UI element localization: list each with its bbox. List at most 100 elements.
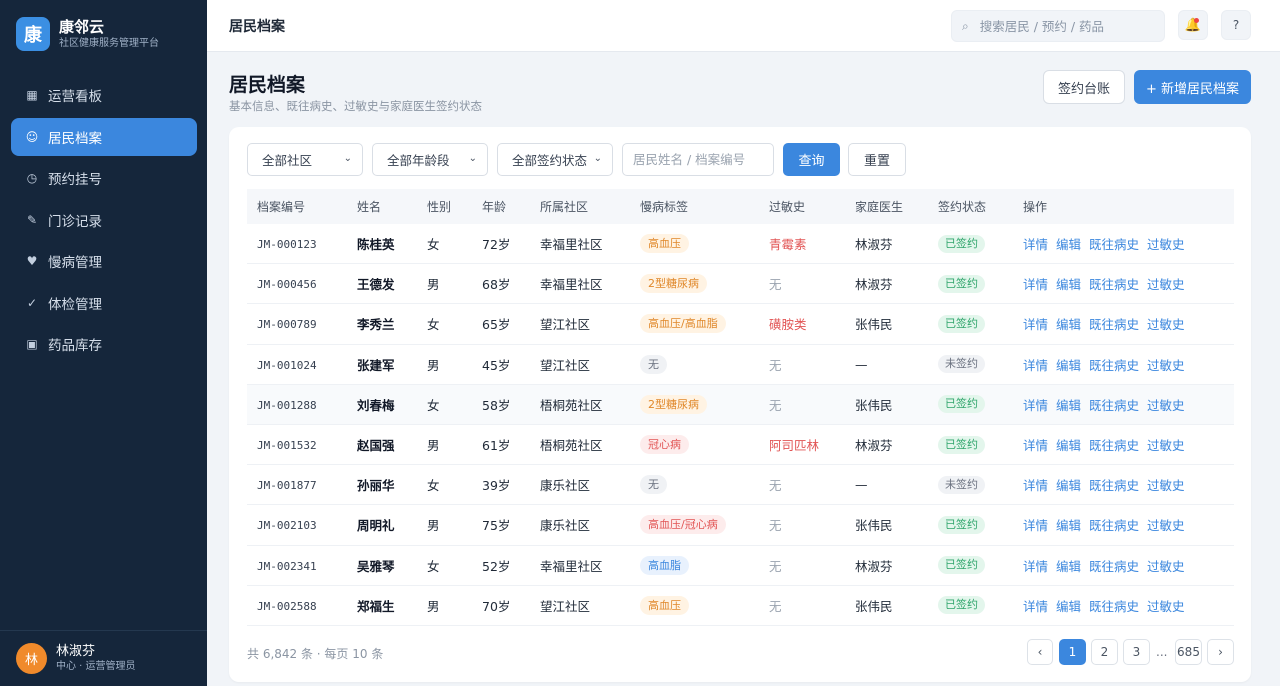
table-row[interactable]: JM-002588 郑福生 男 70岁 望江社区 高血压 无 张伟民 已签约 详情 编辑 既往病史 过敏… [247,586,1234,626]
action-link[interactable]: 编辑 [1056,277,1081,292]
action-link[interactable]: 详情 [1023,559,1048,574]
action-link[interactable]: 编辑 [1056,237,1081,252]
sidebar-item-0[interactable]: ▦ 运营看板 [11,76,197,114]
chevron-down-icon: ⌄ [343,153,352,164]
query-button[interactable]: 查询 [783,143,840,176]
resident-name: 王德发 [357,277,395,293]
action-link[interactable]: 详情 [1023,277,1048,292]
chronic-tag: 高血压/冠心病 [640,515,726,535]
reset-button[interactable]: 重置 [848,143,906,176]
action-link[interactable]: 过敏史 [1147,237,1185,252]
global-search[interactable]: ⌕ [951,10,1165,42]
sidebar-item-label: 居民档案 [48,130,102,147]
age: 72岁 [482,237,511,253]
grid-icon: ▦ [26,88,38,102]
sidebar-item-2[interactable]: ◷ 预约挂号 [11,159,197,197]
action-link[interactable]: 既往病史 [1089,518,1139,533]
action-link[interactable]: 过敏史 [1147,277,1185,292]
action-link[interactable]: 编辑 [1056,599,1081,614]
age: 61岁 [482,438,511,454]
action-link[interactable]: 过敏史 [1147,358,1185,373]
action-link[interactable]: 既往病史 [1089,317,1139,332]
action-link[interactable]: 详情 [1023,478,1048,493]
action-link[interactable]: 编辑 [1056,438,1081,453]
action-link[interactable]: 编辑 [1056,317,1081,332]
action-link[interactable]: 编辑 [1056,358,1081,373]
page-button-last[interactable]: 685 [1175,639,1202,665]
community: 康乐社区 [540,478,591,494]
brand-name: 康邻云 [59,18,105,36]
status-badge: 未签约 [938,475,985,494]
table-row[interactable]: JM-001288 刘春梅 女 58岁 梧桐苑社区 2型糖尿病 无 张伟民 已签约 详情 编辑 既往病… [247,384,1234,425]
add-resident-button[interactable]: + 新增居民档案 [1134,70,1251,104]
column-header: 性别 [427,200,452,214]
sidebar-item-label: 门诊记录 [48,213,102,230]
sidebar-item-5[interactable]: ✓ 体检管理 [11,284,197,322]
age-select[interactable]: 全部年龄段 ⌄ [372,143,488,176]
action-link[interactable]: 既往病史 [1089,438,1139,453]
brand: 康 康邻云 社区健康服务管理平台 [16,17,159,51]
topbar: 居民档案 ⌕ 🔔 ? [207,0,1280,52]
action-link[interactable]: 详情 [1023,438,1048,453]
action-link[interactable]: 既往病史 [1089,559,1139,574]
allergy: 无 [769,357,782,373]
community-select[interactable]: 全部社区 ⌄ [247,143,363,176]
action-link[interactable]: 过敏史 [1147,438,1185,453]
action-link[interactable]: 过敏史 [1147,398,1185,413]
page-subtitle: 基本信息、既往病史、过敏史与家庭医生签约状态 [229,99,482,113]
table-row[interactable]: JM-002341 吴雅琴 女 52岁 幸福里社区 高血脂 无 林淑芬 已签约 详情 编辑 既往病史过… [247,546,1234,586]
action-link[interactable]: 既往病史 [1089,478,1139,493]
action-link[interactable]: 详情 [1023,398,1048,413]
gender: 男 [427,277,440,293]
action-link[interactable]: 编辑 [1056,398,1081,413]
action-link[interactable]: 过敏史 [1147,599,1185,614]
action-link[interactable]: 过敏史 [1147,478,1185,493]
action-link[interactable]: 过敏史 [1147,317,1185,332]
sign-status-select[interactable]: 全部签约状态 ⌄ [497,143,613,176]
column-header: 慢病标签 [640,200,689,214]
table-row[interactable]: JM-002103 周明礼 男 75岁 康乐社区 高血压/冠心病 无 张伟民 已签约 详情 编辑 既往… [247,505,1234,546]
notification-button[interactable]: 🔔 [1178,10,1208,40]
table-row[interactable]: JM-001024 张建军 男 45岁 望江社区 无 无 — 未签约 详情 编辑 既往病史 过敏史 [247,345,1234,385]
page-button[interactable]: 1 [1059,639,1086,665]
next-page-button[interactable]: › [1207,639,1234,665]
user-profile[interactable]: 林 林淑芬 中心 · 运营管理员 [0,630,207,686]
action-link[interactable]: 既往病史 [1089,277,1139,292]
action-link[interactable]: 过敏史 [1147,518,1185,533]
action-link[interactable]: 详情 [1023,358,1048,373]
table-row[interactable]: JM-001532 赵国强 男 61岁 梧桐苑社区 冠心病 阿司匹林 林淑芬 已签约 详情 编辑 既往… [247,425,1234,466]
sign-ledger-button[interactable]: 签约台账 [1043,70,1125,104]
action-link[interactable]: 详情 [1023,317,1048,332]
age-select-value: 全部年龄段 [387,153,450,168]
gender: 男 [427,357,440,373]
name-search-input[interactable] [622,143,774,176]
table-row[interactable]: JM-000456 王德发 男 68岁 幸福里社区 2型糖尿病 无 林淑芬 已签约 详情 编辑 既往病… [247,264,1234,305]
table-row[interactable]: JM-000789 李秀兰 女 65岁 望江社区 高血压/高血脂 磺胺类 张伟民 已签约 详情 编辑… [247,304,1234,345]
action-link[interactable]: 详情 [1023,599,1048,614]
action-link[interactable]: 过敏史 [1147,559,1185,574]
column-header: 过敏史 [769,200,806,214]
table-row[interactable]: JM-001877 孙丽华 女 39岁 康乐社区 无 无 — 未签约 详情 编辑 既往病史 过敏史 [247,465,1234,506]
global-search-input[interactable] [979,18,1150,34]
action-link[interactable]: 详情 [1023,237,1048,252]
action-link[interactable]: 编辑 [1056,478,1081,493]
chronic-tag: 2型糖尿病 [640,394,707,414]
page-button[interactable]: 2 [1091,639,1118,665]
page-button[interactable]: 3 [1123,639,1150,665]
action-link[interactable]: 详情 [1023,518,1048,533]
action-link[interactable]: 既往病史 [1089,358,1139,373]
table-row[interactable]: JM-000123 陈桂英 女 72岁 幸福里社区 高血压 青霉素 林淑芬 已签约 详情 编辑 既往病… [247,224,1234,265]
action-link[interactable]: 编辑 [1056,559,1081,574]
action-link[interactable]: 既往病史 [1089,237,1139,252]
sidebar-item-4[interactable]: ♥ 慢病管理 [11,242,197,280]
sidebar-item-3[interactable]: ✎ 门诊记录 [11,201,197,239]
sidebar-item-1[interactable]: ☺ 居民档案 [11,117,197,156]
action-link[interactable]: 既往病史 [1089,398,1139,413]
action-link[interactable]: 编辑 [1056,518,1081,533]
sidebar-item-6[interactable]: ▣ 药品库存 [11,325,197,363]
age: 75岁 [482,518,511,534]
help-button[interactable]: ? [1221,10,1251,40]
resident-table: 档案编号 姓名 性别 年龄 所属社区 慢病标签 过敏史 家庭医生 签约状态 操作 JM-00012… [247,189,1234,626]
prev-page-button[interactable]: ‹ [1027,639,1053,665]
action-link[interactable]: 既往病史 [1089,599,1139,614]
